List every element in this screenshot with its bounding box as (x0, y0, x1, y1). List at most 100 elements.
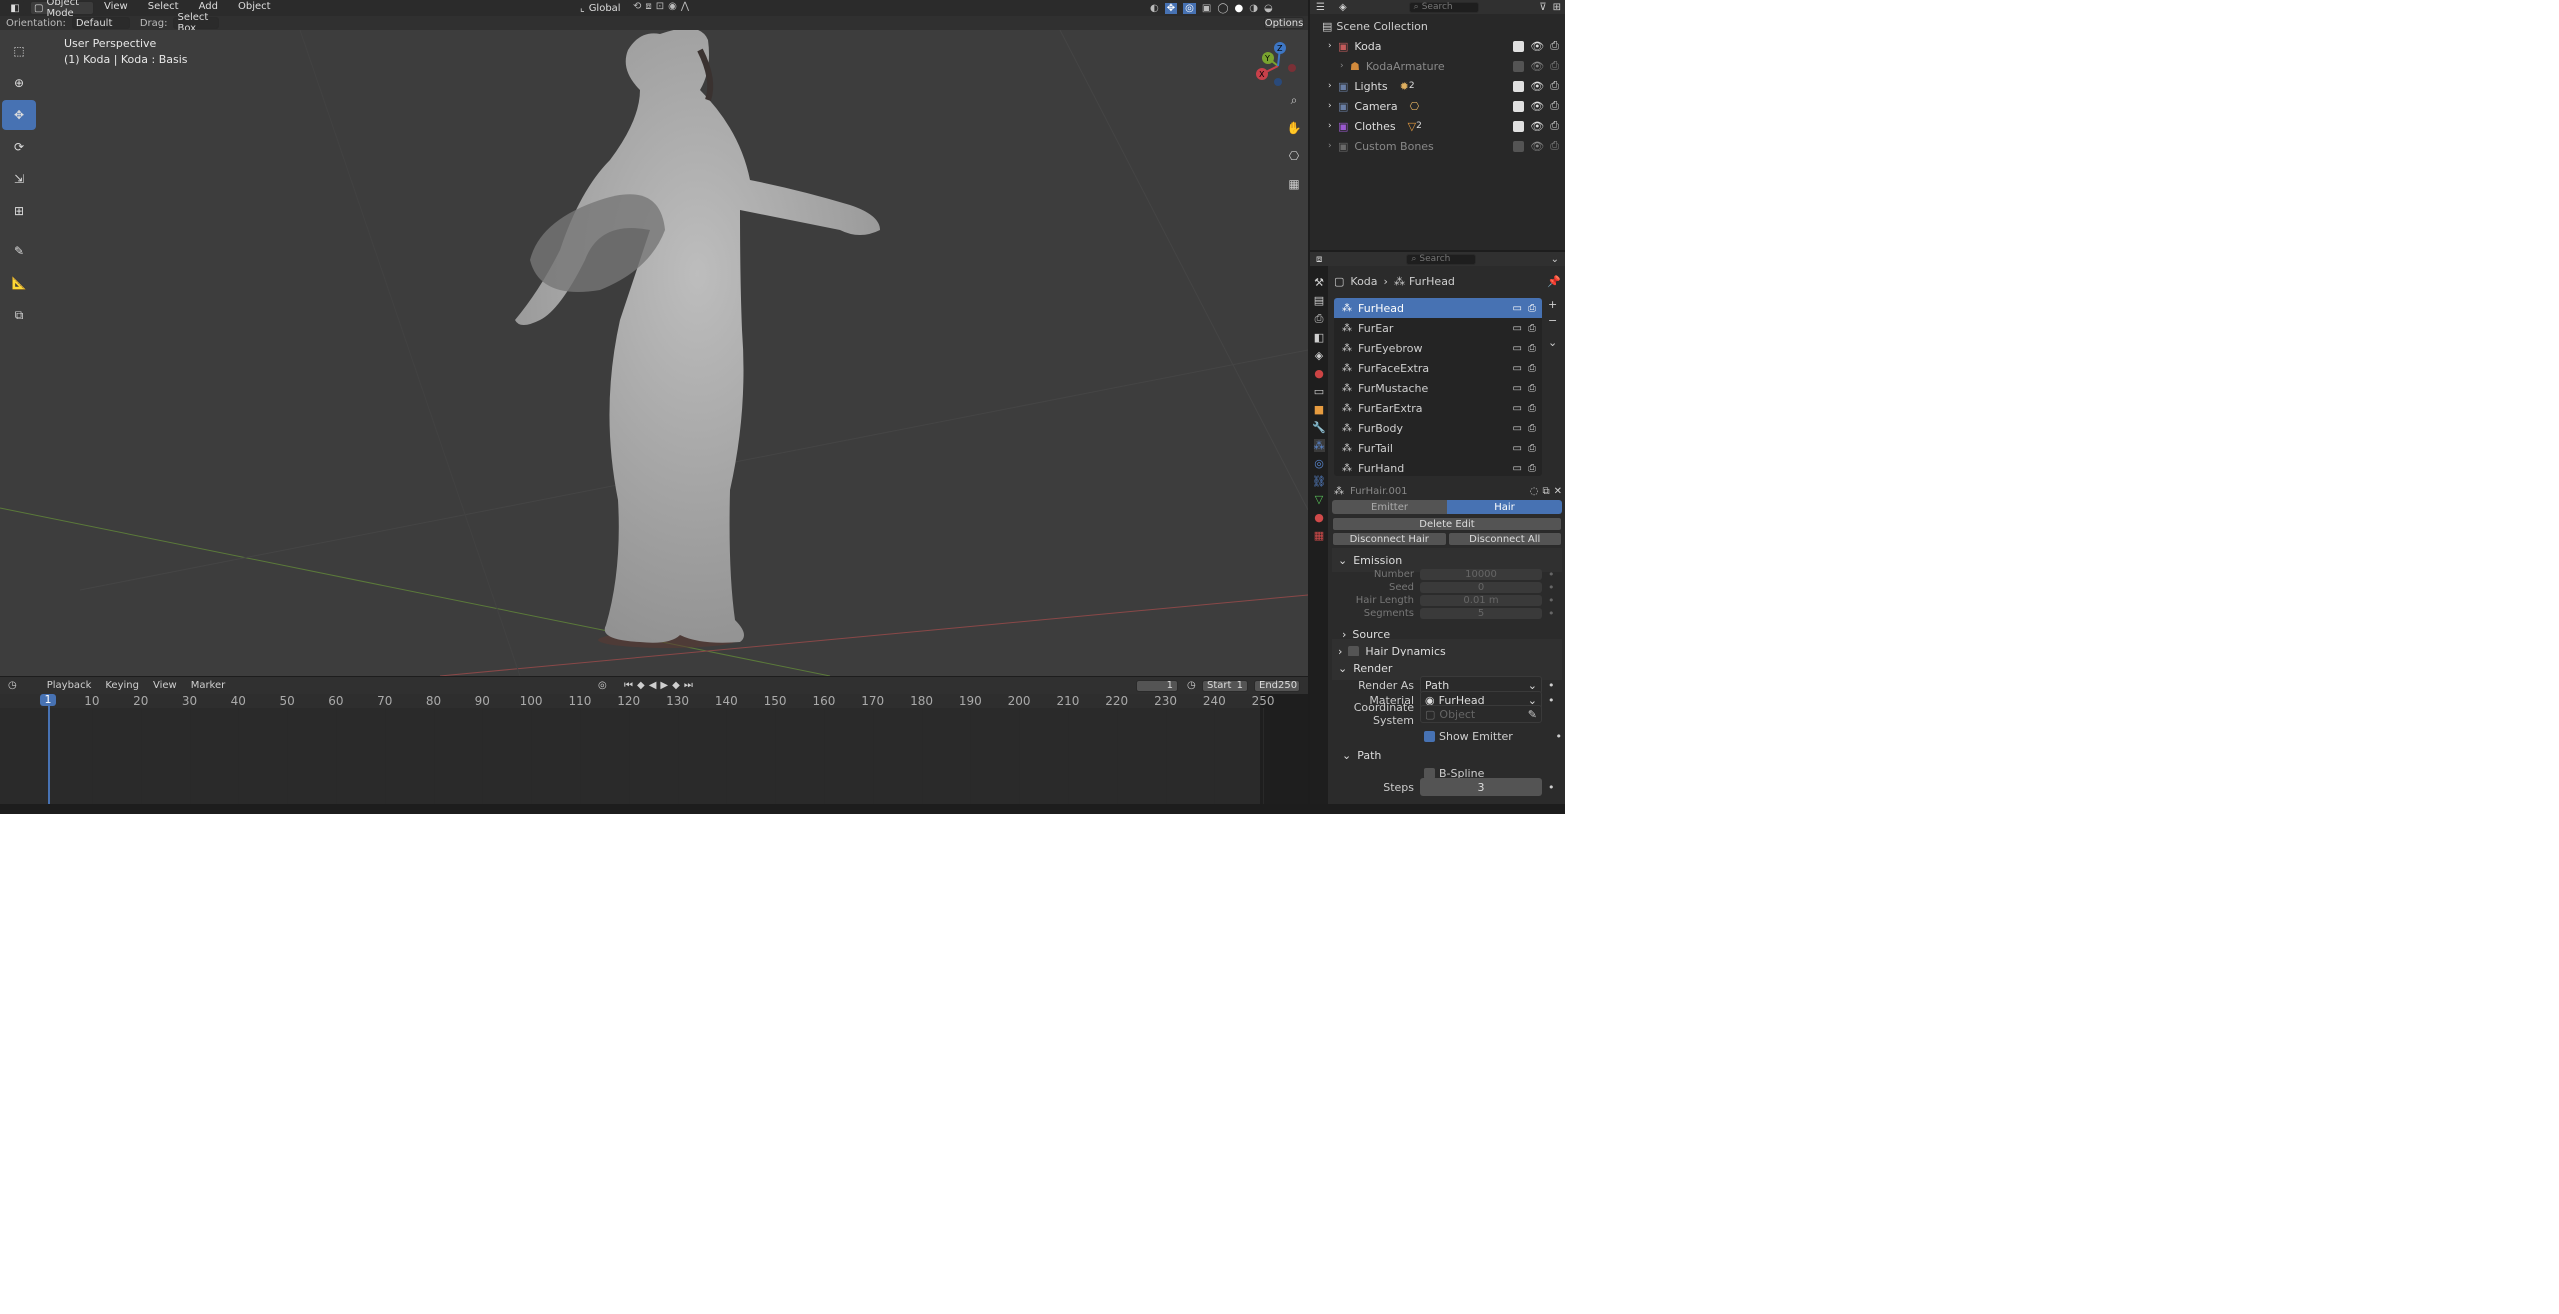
particle-settings-selector[interactable]: ⁂ FurHair.001 ◌ ⧉ ✕ (1334, 484, 1562, 498)
disconnect-hair-button[interactable]: Disconnect Hair (1332, 532, 1447, 546)
slot-menu-icon[interactable]: ⌄ (1548, 336, 1557, 349)
proportional-edit-icon[interactable]: ◉ (668, 1, 677, 15)
render-display-icon[interactable]: ⎙ (1528, 403, 1536, 414)
drag-dropdown[interactable]: Select Box (173, 12, 220, 34)
viewport-display-icon[interactable]: ▭ (1513, 443, 1522, 454)
emission-row-field[interactable]: 10000 (1420, 569, 1542, 580)
mode-dropdown[interactable]: ▢ Object Mode (30, 0, 94, 19)
particle-system-item[interactable]: ⁂ FurMustache ▭ ⎙ (1334, 378, 1542, 398)
show-emitter-dot-icon[interactable]: • (1556, 730, 1563, 743)
coordinate-system-field[interactable]: ▢ Object ✎ (1420, 705, 1542, 723)
properties-options-icon[interactable]: ⌄ (1551, 254, 1559, 265)
pivot-snap-tools[interactable]: ⟲ ⧈ ⊡ ◉ ⋀ (633, 1, 717, 15)
gizmo-icon[interactable]: ✥ (1164, 2, 1178, 14)
falloff-icon[interactable]: ⋀ (681, 1, 689, 15)
object-tab-icon[interactable]: ■ (1314, 403, 1324, 416)
next-key-icon[interactable]: ◆ (672, 680, 680, 691)
texture-tab-icon[interactable]: ▦ (1314, 529, 1324, 542)
keying-menu[interactable]: Keying (105, 680, 139, 691)
snap-target-icon[interactable]: ⊡ (656, 1, 664, 15)
outliner-editor-icon[interactable]: ☰ (1316, 2, 1325, 13)
remove-slot-icon[interactable]: − (1548, 314, 1557, 327)
hair-dynamics-checkbox[interactable] (1348, 645, 1360, 657)
render-display-icon[interactable]: ⎙ (1528, 443, 1536, 454)
timeline-editor-icon[interactable]: ◷ (8, 680, 17, 691)
scale-tool[interactable]: ⇲ (2, 164, 36, 194)
measure-tool[interactable]: 📐 (2, 268, 36, 298)
pin-icon[interactable]: 📌 (1547, 275, 1561, 288)
modifier-tab-icon[interactable]: 🔧 (1312, 421, 1326, 434)
prev-key-icon[interactable]: ◆ (637, 680, 645, 691)
outliner-search[interactable]: ⌕ Search (1408, 1, 1479, 13)
render-camera-icon[interactable]: ⎙ (1550, 59, 1559, 73)
emission-row-dot-icon[interactable]: • (1548, 568, 1555, 581)
exclude-checkbox[interactable] (1513, 120, 1525, 132)
expand-chevron-icon[interactable]: › (1340, 61, 1350, 71)
emitter-tab[interactable]: Emitter (1332, 500, 1447, 514)
exclude-checkbox[interactable] (1513, 40, 1525, 52)
render-camera-icon[interactable]: ⎙ (1550, 139, 1559, 153)
emission-row-field[interactable]: 5 (1420, 608, 1542, 619)
eye-icon[interactable]: 👁 (1530, 120, 1544, 133)
render-tab-icon[interactable]: ▤ (1314, 294, 1324, 307)
viewport-display-icon[interactable]: ▭ (1513, 463, 1522, 474)
render-display-icon[interactable]: ⎙ (1528, 303, 1536, 314)
menu-add[interactable]: Add (199, 1, 218, 12)
scene-tab-icon[interactable]: ◈ (1315, 349, 1323, 362)
wireframe-shading-icon[interactable]: ◯ (1217, 3, 1228, 14)
transform-tool[interactable]: ⊞ (2, 196, 36, 226)
render-display-icon[interactable]: ⎙ (1528, 363, 1536, 374)
outliner-item[interactable]: › ▣ Clothes ▽ 2 👁 ⎙ (1310, 116, 1565, 136)
viewport-display-icon[interactable]: ▭ (1513, 303, 1522, 314)
overlay-icon[interactable]: ◎ (1183, 2, 1196, 14)
zoom-button[interactable]: ⌕ (1280, 86, 1308, 114)
render-camera-icon[interactable]: ⎙ (1550, 99, 1559, 113)
delete-edit-button[interactable]: Delete Edit (1332, 517, 1562, 531)
jump-end-icon[interactable]: ⏭ (684, 680, 693, 691)
add-cube-tool[interactable]: ⧉ (2, 300, 36, 330)
timeline-area[interactable]: 10 20 30 40 50 60 70 80 90 100 110 120 130 140 150 160 1… (0, 694, 1308, 804)
viewport-display-icon[interactable]: ▭ (1513, 383, 1522, 394)
particles-tab-icon[interactable]: ⁂ (1313, 439, 1325, 452)
jump-start-icon[interactable]: ⏮ (624, 680, 633, 691)
transform-orientation-dropdown[interactable]: ⌞ Global (578, 1, 630, 15)
playhead-frame-box[interactable]: 1 (40, 694, 56, 706)
emission-row-field[interactable]: 0 (1420, 582, 1542, 593)
particle-system-item[interactable]: ⁂ FurTail ▭ ⎙ (1334, 438, 1542, 458)
tool-tab-icon[interactable]: ⚒ (1314, 276, 1324, 289)
exclude-checkbox[interactable] (1513, 80, 1525, 92)
hair-tab[interactable]: Hair (1447, 500, 1562, 514)
solid-shading-icon[interactable]: ● (1235, 3, 1244, 14)
overlay-shading-tools[interactable]: ◐ ✥ ◎ ▣ ◯ ● ◑ ◒ (1150, 1, 1306, 15)
ortho-toggle-button[interactable]: ▦ (1280, 170, 1308, 198)
add-slot-icon[interactable]: + (1548, 298, 1557, 311)
material-shading-icon[interactable]: ◑ (1249, 3, 1258, 14)
rotate-tool[interactable]: ⟳ (2, 132, 36, 162)
filter-icon[interactable]: ⊽ (1539, 2, 1546, 13)
xray-icon[interactable]: ▣ (1202, 3, 1211, 14)
viewport-display-icon[interactable]: ▭ (1513, 403, 1522, 414)
navigation-gizmo[interactable]: Y X Z (1252, 38, 1302, 88)
viewport-display-icon[interactable]: ▭ (1513, 423, 1522, 434)
render-display-icon[interactable]: ⎙ (1528, 423, 1536, 434)
view-menu[interactable]: View (153, 680, 177, 691)
output-tab-icon[interactable]: ⎙ (1315, 312, 1324, 326)
menu-object[interactable]: Object (238, 1, 271, 12)
viewport-3d[interactable]: ⬚ ⊕ ✥ ⟳ ⇲ ⊞ ✎ 📐 ⧉ User Perspective (1) K… (0, 30, 1308, 676)
exclude-checkbox[interactable] (1513, 100, 1525, 112)
play-reverse-icon[interactable]: ◀ (649, 680, 657, 691)
particle-system-item[interactable]: ⁂ FurFaceExtra ▭ ⎙ (1334, 358, 1542, 378)
eye-icon[interactable]: 👁 (1530, 40, 1544, 53)
particle-system-item[interactable]: ⁂ FurHead ▭ ⎙ (1334, 298, 1542, 318)
show-emitter-checkbox[interactable] (1424, 730, 1435, 742)
camera-view-button[interactable]: ⎔ (1280, 142, 1308, 170)
clock-icon[interactable]: ◷ (1187, 680, 1196, 691)
render-display-icon[interactable]: ⎙ (1528, 463, 1536, 474)
exclude-checkbox[interactable] (1513, 60, 1525, 72)
start-frame-field[interactable]: Start 1 (1202, 679, 1248, 692)
display-mode-icon[interactable]: ◈ (1339, 2, 1347, 13)
select-box-tool[interactable]: ⬚ (2, 36, 36, 66)
eye-icon[interactable]: 👁 (1530, 100, 1544, 113)
play-icon[interactable]: ▶ (660, 680, 668, 691)
material-tab-icon[interactable]: ● (1314, 511, 1324, 524)
